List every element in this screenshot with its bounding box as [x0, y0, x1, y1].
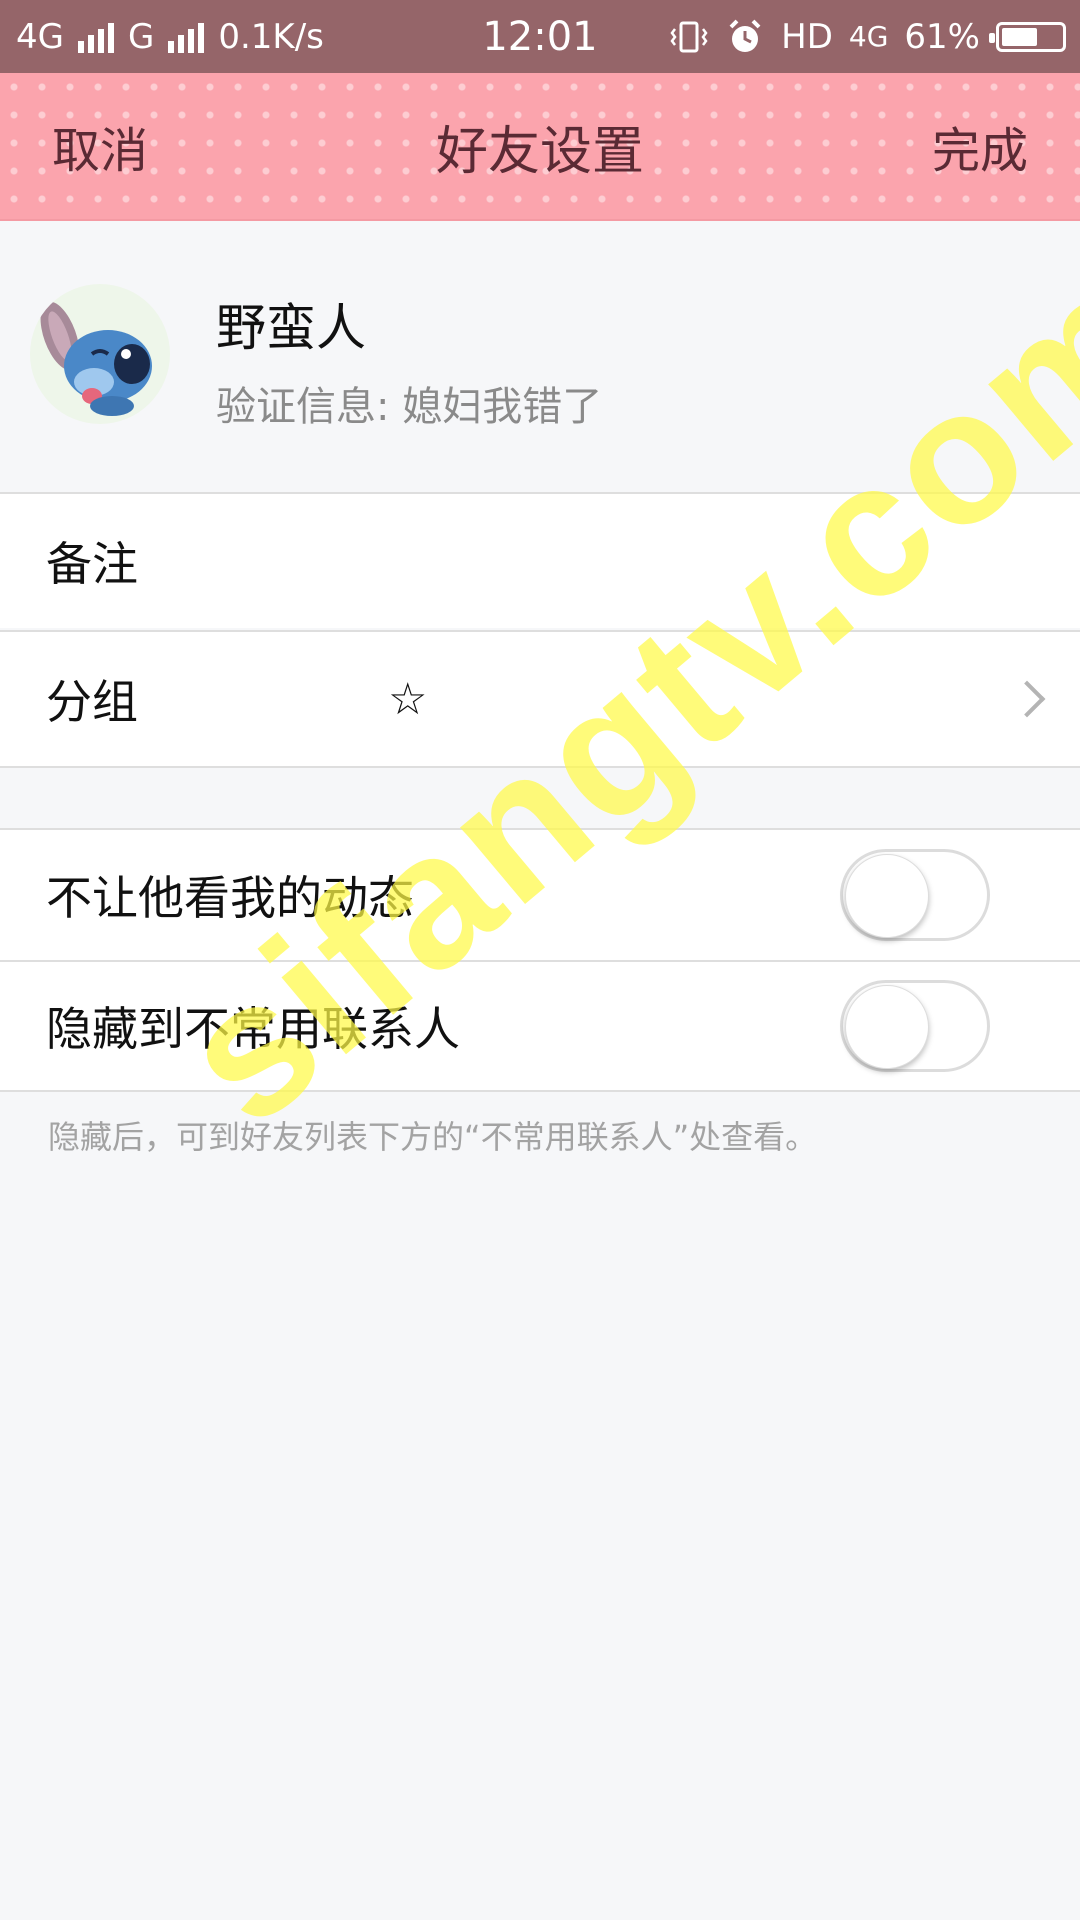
hide-contact-toggle[interactable]: [840, 980, 990, 1072]
hide-hint-text: 隐藏后，可到好友列表下方的“不常用联系人”处查看。: [48, 1118, 818, 1156]
hide-moments-row: 不让他看我的动态: [0, 828, 1080, 960]
toggle-knob: [845, 854, 929, 938]
avatar[interactable]: [30, 284, 170, 424]
page-title: 好友设置: [435, 121, 644, 182]
verification-message: 验证信息: 媳妇我错了: [216, 384, 603, 430]
network-type-3: 4G: [848, 20, 889, 53]
stitch-avatar-icon: [40, 301, 152, 416]
network-type-1: 4G: [16, 16, 64, 57]
friend-name: 野蛮人: [216, 299, 366, 357]
alarm-icon: [729, 19, 761, 52]
cancel-button[interactable]: 取消: [52, 111, 148, 181]
status-bar: 4G G 0.1K/s 12:01 HD 4G 61%: [0, 0, 1080, 73]
hide-moments-label: 不让他看我的动态: [46, 871, 414, 925]
toggle-knob: [845, 985, 929, 1069]
remark-row[interactable]: 备注: [0, 492, 1080, 628]
network-type-2: G: [127, 16, 155, 57]
group-row[interactable]: 分组 ☆: [0, 630, 1080, 768]
hd-indicator: HD: [781, 16, 833, 57]
done-button[interactable]: 完成: [932, 111, 1028, 181]
battery-percent: 61%: [904, 16, 980, 57]
group-label: 分组: [46, 675, 138, 729]
battery-icon: [989, 21, 1066, 52]
remark-label: 备注: [46, 537, 138, 591]
group-value: ☆: [388, 673, 428, 725]
nav-bar: 取消 好友设置 完成: [0, 73, 1080, 221]
hide-contact-row: 隐藏到不常用联系人: [0, 960, 1080, 1092]
signal-icon: [77, 21, 114, 53]
signal-icon-2: [168, 21, 205, 53]
network-speed: 0.1K/s: [218, 16, 324, 57]
vibrate-icon: [670, 21, 708, 52]
profile-header: 野蛮人 验证信息: 媳妇我错了: [0, 222, 1080, 492]
hide-contact-label: 隐藏到不常用联系人: [46, 1002, 460, 1056]
hide-moments-toggle[interactable]: [840, 849, 990, 941]
chevron-right-icon: [1008, 680, 1046, 718]
